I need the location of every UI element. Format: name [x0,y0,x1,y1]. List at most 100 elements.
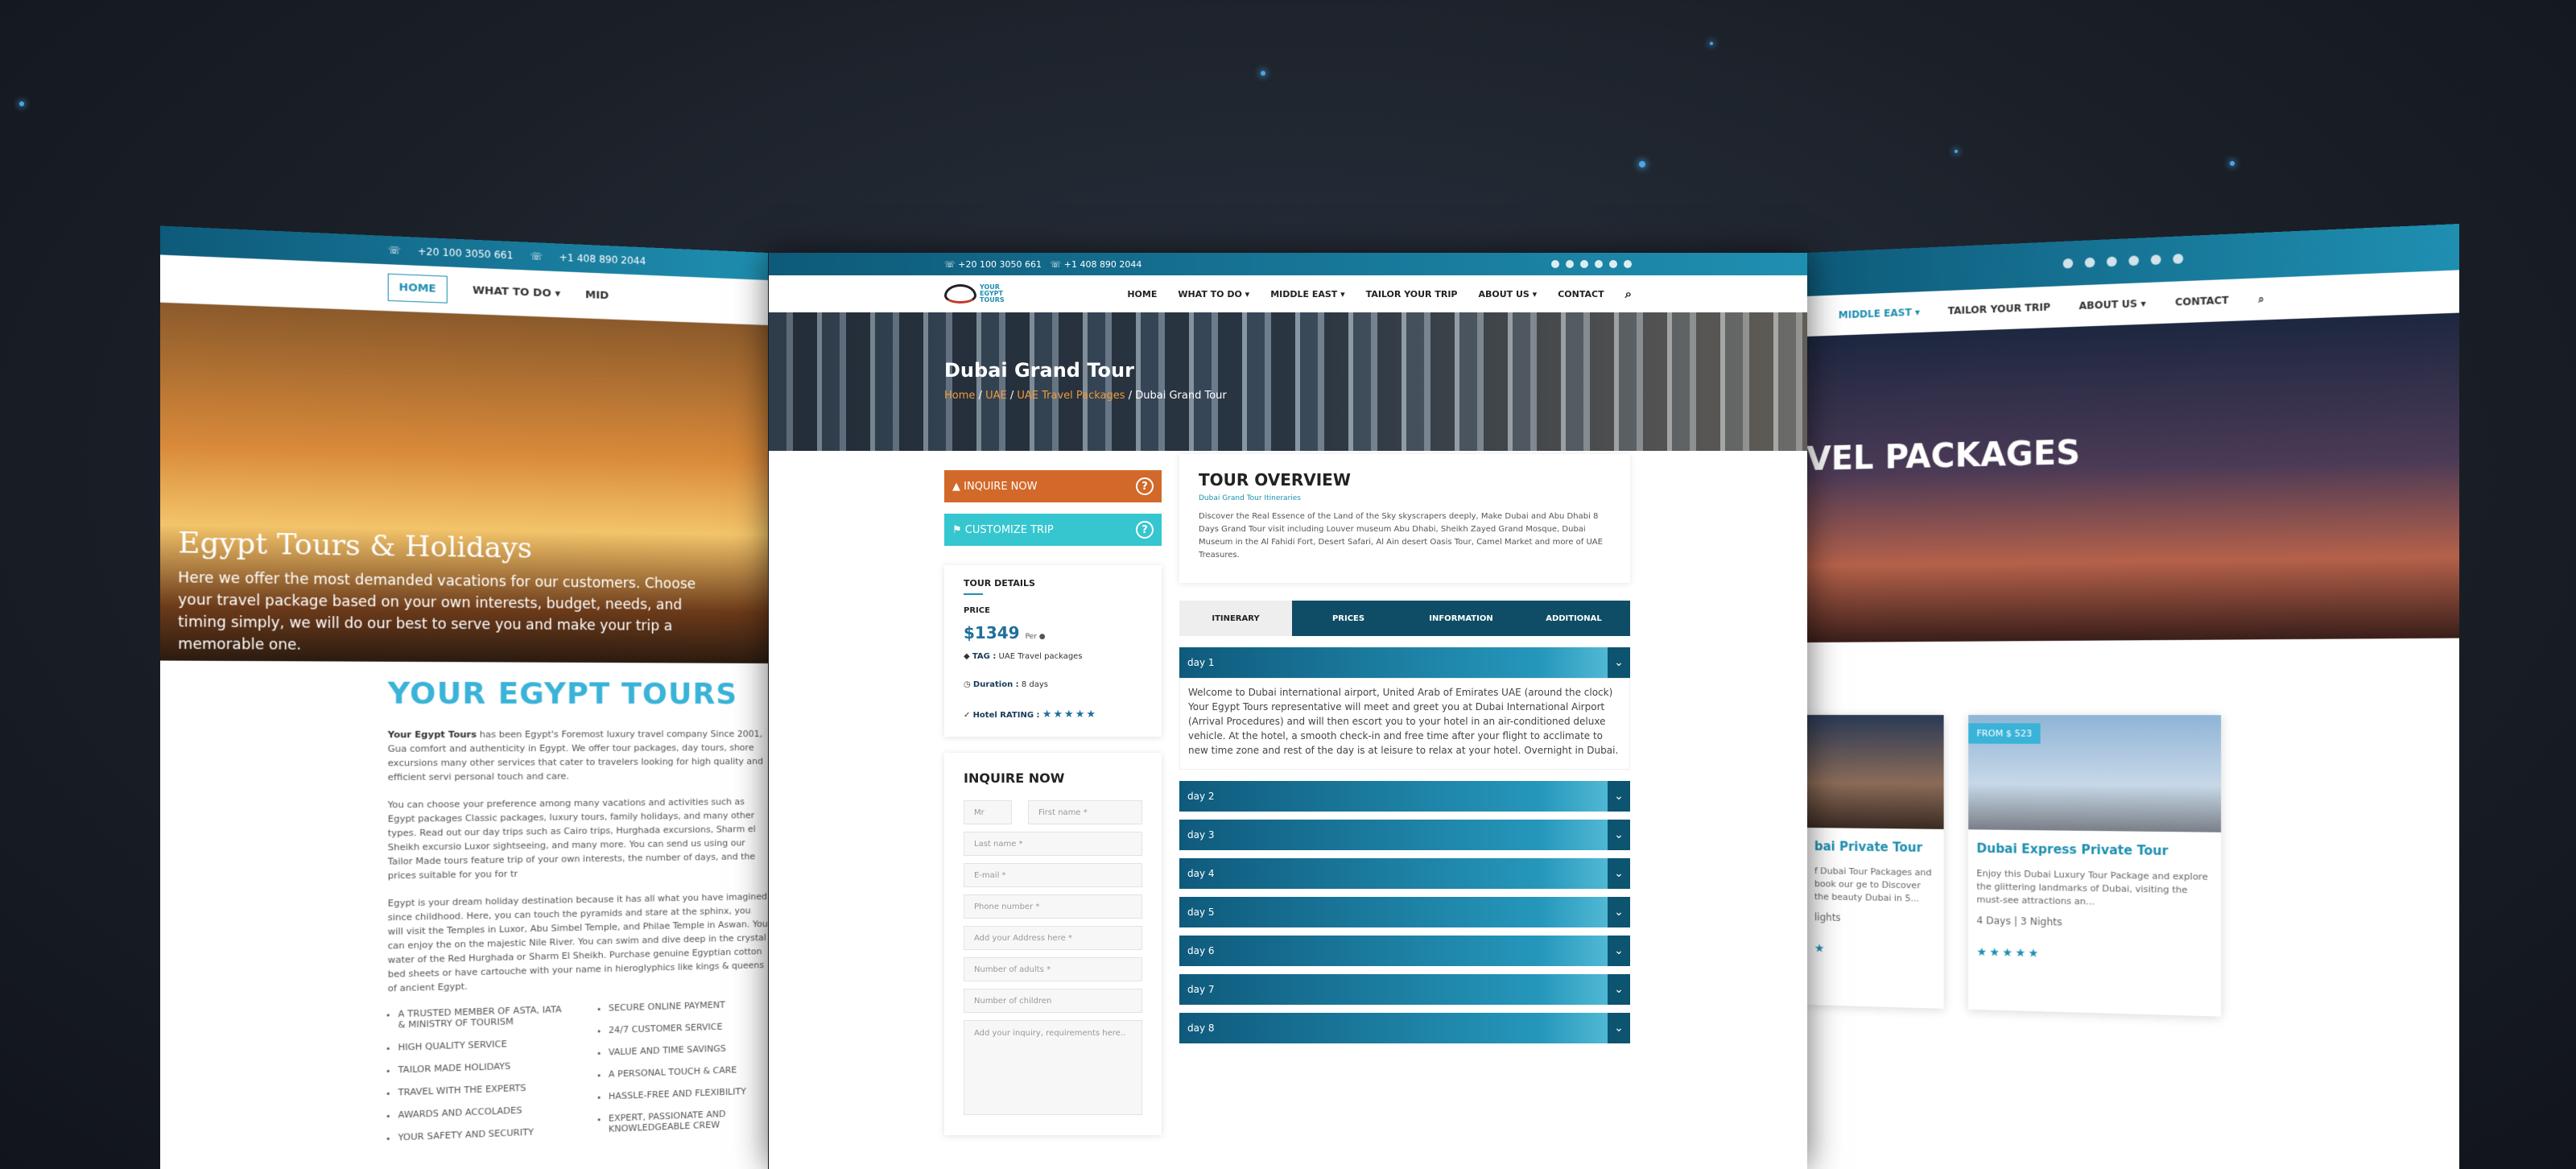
tour-title[interactable]: Dubai Express Private Tour [1976,841,2212,859]
phone-icon: ☏ [1050,258,1064,270]
day-2-accordion[interactable]: day 2 ⌄ [1179,781,1630,812]
inquire-now-button[interactable]: ▲ INQUIRE NOW ? [944,470,1162,502]
twitter-icon[interactable] [1580,260,1588,268]
day-6-accordion[interactable]: day 6 ⌄ [1179,936,1630,966]
nav-middle-east[interactable]: MIDDLE EAST ▾ [1270,289,1344,299]
price-badge: FROM $ 523 [1968,723,2041,744]
page-title: Dubai Grand Tour [944,359,1134,382]
list-item: EXPERT, PASSIONATE AND KNOWLEDGEABLE CRE… [609,1107,768,1134]
nav-what-to-do[interactable]: WHAT TO DO ▾ [473,284,560,300]
tag-icon: ◆ [964,652,972,661]
chevron-down-icon: ⌄ [1608,647,1630,678]
list-item: VALUE AND TIME SAVINGS [609,1042,768,1058]
youtube-icon[interactable] [1609,260,1617,268]
duration-row: ◷ Duration : 8 days [964,680,1049,689]
youtube-icon[interactable] [2150,254,2161,266]
nav-about[interactable]: ABOUT US ▾ [2079,298,2146,312]
list-item: HIGH QUALITY SERVICE [398,1037,564,1053]
address-field[interactable]: Add your Address here * [964,926,1142,950]
list-item: A PERSONAL TOUCH & CARE [609,1064,768,1080]
list-item: 24/7 CUSTOMER SERVICE [609,1020,768,1035]
tab-prices[interactable]: PRICES [1292,601,1405,636]
nav-about[interactable]: ABOUT US ▾ [1478,289,1537,299]
left-phone-2[interactable]: +1 408 890 2044 [559,252,646,267]
chevron-down-icon: ⌄ [1608,1013,1630,1043]
left-phone-1[interactable]: +20 100 3050 661 [418,246,514,262]
day-7-accordion[interactable]: day 7 ⌄ [1179,974,1630,1005]
tour-details: TOUR DETAILS PRICE $1349 Per ● ◆ TAG : U… [944,565,1162,737]
phone-2[interactable]: +1 408 890 2044 [1064,259,1142,270]
tour-card[interactable]: FROM $ 523 Dubai Express Private Tour En… [1968,715,2222,1017]
nav-what-to-do[interactable]: WHAT TO DO ▾ [1178,289,1249,299]
title-select[interactable]: Mr [964,800,1012,824]
mail-icon[interactable] [2173,253,2184,264]
center-page: ☏ +20 100 3050 661 ☏ +1 408 890 2044 YOU… [769,253,1807,1169]
nav-home[interactable]: HOME [1127,289,1157,299]
day-4-accordion[interactable]: day 4 ⌄ [1179,858,1630,889]
tour-duration: lights [1814,911,1841,923]
search-icon[interactable]: ⌕ [1625,287,1632,301]
left-hero-title: Egypt Tours & Holidays [178,526,532,565]
tour-duration: 4 Days | 3 Nights [1976,915,2062,928]
nav-home[interactable]: HOME [387,273,448,304]
crumb-current: Dubai Grand Tour [1135,390,1227,402]
left-para-3: Egypt is your dream holiday destination … [387,891,768,994]
bell-icon: ▲ [952,480,964,493]
phone-icon: ☏ [944,258,959,270]
site-logo[interactable]: YOUR EGYPT TOURS [944,284,1007,304]
email-field[interactable]: E-mail * [964,863,1142,887]
phone-1[interactable]: +20 100 3050 661 [958,259,1042,270]
crumb-home[interactable]: Home [944,390,975,402]
last-name-field[interactable]: Last name * [964,832,1142,856]
message-textarea[interactable]: Add your inquiry, requirements here.. [964,1020,1142,1115]
nav-contact[interactable]: CONTACT [1558,289,1604,299]
tour-card[interactable]: bai Private Tour f Dubai Tour Packages a… [1806,715,1944,1009]
phone-field[interactable]: Phone number * [964,894,1142,919]
right-hero: VEL PACKAGES [1806,312,2459,642]
nav-middle-east[interactable]: MIDDLE EAST ▾ [1839,307,1920,321]
google-icon[interactable] [1566,260,1574,268]
nav-tailor-trip[interactable]: TAILOR YOUR TRIP [1366,289,1458,299]
customize-trip-button[interactable]: ⚑ CUSTOMIZE TRIP ? [944,514,1162,546]
search-icon[interactable]: ⌕ [2258,292,2264,305]
facebook-icon[interactable] [1551,260,1559,268]
nav-middle-east[interactable]: MID [585,289,609,302]
tag-row: ◆ TAG : UAE Travel packages [964,652,1083,661]
day-3-accordion[interactable]: day 3 ⌄ [1179,820,1630,850]
help-icon[interactable]: ? [1136,477,1154,495]
google-icon[interactable] [2084,257,2095,268]
tab-itinerary[interactable]: ITINERARY [1179,601,1292,636]
nav-tailor-trip[interactable]: TAILOR YOUR TRIP [1948,301,2051,316]
price-label: PRICE [964,606,990,615]
clock-icon: ◷ [964,680,973,689]
tour-overview: TOUR OVERVIEW Dubai Grand Tour Itinerari… [1179,454,1630,583]
mail-icon[interactable] [1624,260,1632,268]
children-field[interactable]: Number of children [964,989,1142,1013]
check-icon: ✓ [964,711,973,720]
adults-field[interactable]: Number of adults * [964,957,1142,981]
tour-rating: ★★★★★ [1976,945,2041,960]
left-para-1: Your Egypt Tours has been Egypt's Foremo… [387,729,764,783]
tab-additional[interactable]: ADDITIONAL [1517,601,1630,636]
list-item: A TRUSTED MEMBER OF ASTA, IATA & MINISTR… [398,1004,564,1031]
right-page-preview: MIDDLE EAST ▾ TAILOR YOUR TRIP ABOUT US … [1806,223,2459,1169]
instagram-icon[interactable] [2128,255,2139,266]
tour-title[interactable]: bai Private Tour [1814,839,1936,855]
chevron-down-icon: ⌄ [1608,781,1630,812]
tour-desc: f Dubai Tour Packages and book our ge to… [1814,865,1932,904]
day-8-accordion[interactable]: day 8 ⌄ [1179,1013,1630,1043]
help-icon[interactable]: ? [1136,521,1154,539]
right-hero-title: VEL PACKAGES [1806,434,2081,478]
day-5-accordion[interactable]: day 5 ⌄ [1179,897,1630,927]
twitter-icon[interactable] [2106,256,2117,267]
day-1-accordion[interactable]: day 1 ⌄ [1179,647,1630,678]
tab-information[interactable]: INFORMATION [1405,601,1517,636]
first-name-field[interactable]: First name * [1028,800,1142,824]
crumb-uae[interactable]: UAE [985,390,1007,402]
chevron-down-icon: ⌄ [1608,858,1630,889]
crumb-uae-packages[interactable]: UAE Travel Packages [1017,390,1125,402]
nav-contact[interactable]: CONTACT [2175,295,2229,308]
facebook-icon[interactable] [2062,258,2074,269]
list-item: AWARDS AND ACCOLADES [398,1103,564,1120]
instagram-icon[interactable] [1595,260,1603,268]
